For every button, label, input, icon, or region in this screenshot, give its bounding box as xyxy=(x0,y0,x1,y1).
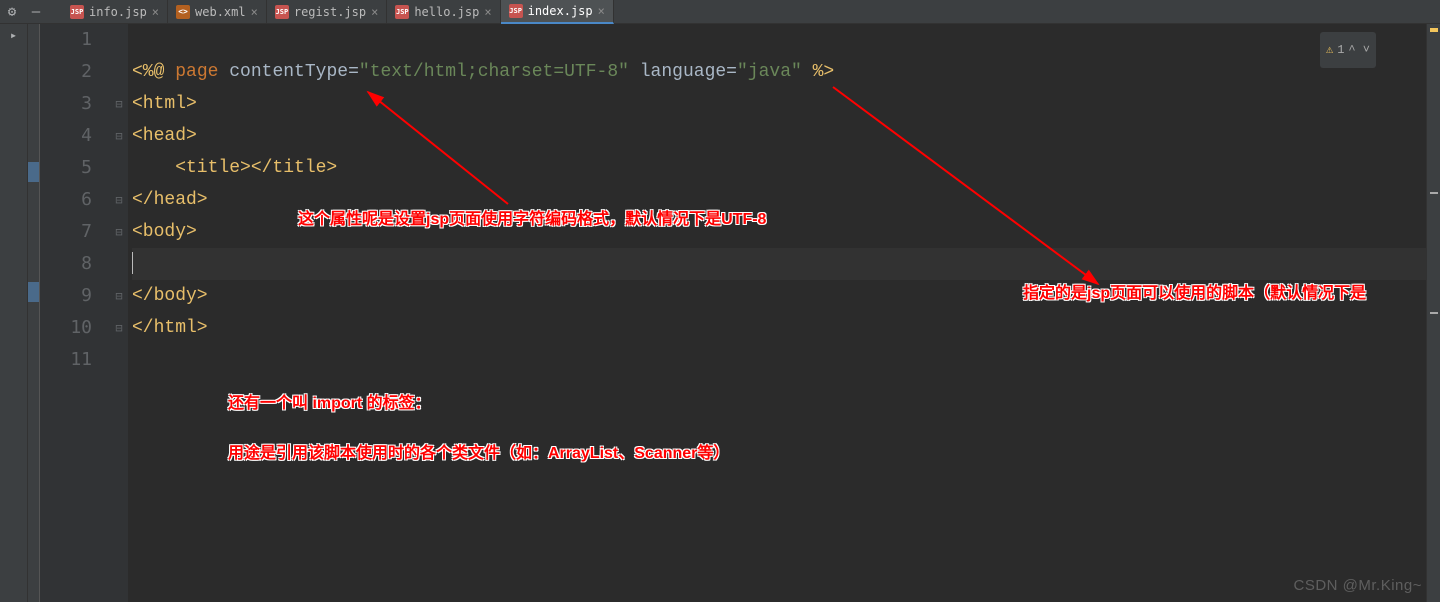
tab-hello-jsp[interactable]: JSP hello.jsp × xyxy=(387,0,500,24)
fold-marker[interactable] xyxy=(110,152,128,184)
jsp-icon: JSP xyxy=(275,5,289,19)
line-number: 10 xyxy=(40,312,92,344)
line-number: 9 xyxy=(40,280,92,312)
dash-icon[interactable]: — xyxy=(24,4,48,20)
change-marker xyxy=(28,282,39,302)
line-number: 5 xyxy=(40,152,92,184)
scroll-marker[interactable] xyxy=(1430,192,1438,194)
jsp-icon: JSP xyxy=(395,5,409,19)
warning-count: 1 xyxy=(1337,34,1344,66)
code-line xyxy=(132,24,1426,56)
tab-label: web.xml xyxy=(195,5,246,19)
gear-icon[interactable]: ⚙ xyxy=(0,4,24,20)
tab-web-xml[interactable]: <> web.xml × xyxy=(168,0,267,24)
fold-marker[interactable]: ⊟ xyxy=(110,120,128,152)
line-number-gutter: 1 2 3 4 5 6 7 8 9 10 11 xyxy=(40,24,110,602)
jsp-icon: JSP xyxy=(509,4,523,18)
annotation-text: 用途是引用该脚本使用时的各个类文件（如：ArrayList、Scanner等） xyxy=(228,438,729,470)
code-line: </head> xyxy=(132,184,1426,216)
line-number: 1 xyxy=(40,24,92,56)
line-number: 8 xyxy=(40,248,92,280)
fold-marker[interactable]: ⊟ xyxy=(110,184,128,216)
tab-label: index.jsp xyxy=(528,4,593,18)
warning-marker[interactable] xyxy=(1430,28,1438,32)
tab-regist-jsp[interactable]: JSP regist.jsp × xyxy=(267,0,387,24)
fold-marker[interactable] xyxy=(110,56,128,88)
top-toolbar: ⚙ — JSP info.jsp × <> web.xml × JSP regi… xyxy=(0,0,1440,24)
left-tool-gutter: ▸ xyxy=(0,24,28,602)
code-line: <body> xyxy=(132,216,1426,248)
fold-column: ⊟ ⊟ ⊟ ⊟ ⊟ ⊟ xyxy=(110,24,128,602)
fold-marker[interactable] xyxy=(110,24,128,56)
expand-icon[interactable]: ▸ xyxy=(10,28,17,42)
fold-marker[interactable] xyxy=(110,248,128,280)
fold-marker[interactable]: ⊟ xyxy=(110,280,128,312)
line-number: 2 xyxy=(40,56,92,88)
text-caret xyxy=(132,252,133,274)
editor-tabs: JSP info.jsp × <> web.xml × JSP regist.j… xyxy=(62,0,614,24)
fold-marker[interactable]: ⊟ xyxy=(110,88,128,120)
code-line: </html> xyxy=(132,312,1426,344)
tab-label: info.jsp xyxy=(89,5,147,19)
tab-index-jsp[interactable]: JSP index.jsp × xyxy=(501,0,614,24)
scroll-marker[interactable] xyxy=(1430,312,1438,314)
code-line: <head> xyxy=(132,120,1426,152)
xml-icon: <> xyxy=(176,5,190,19)
close-icon[interactable]: × xyxy=(152,5,159,19)
annotation-text: 还有一个叫 import 的标签： xyxy=(228,388,431,420)
code-line: </body> xyxy=(132,280,1426,312)
line-number: 4 xyxy=(40,120,92,152)
inspection-badge[interactable]: ⚠ 1 ^ ˅ xyxy=(1320,32,1376,68)
tab-label: regist.jsp xyxy=(294,5,366,19)
tab-info-jsp[interactable]: JSP info.jsp × xyxy=(62,0,168,24)
nav-arrows[interactable]: ^ ˅ xyxy=(1348,34,1370,66)
close-icon[interactable]: × xyxy=(251,5,258,19)
code-editor[interactable]: <%@ page contentType="text/html;charset=… xyxy=(128,24,1426,602)
line-number: 3 xyxy=(40,88,92,120)
change-marker xyxy=(28,162,39,182)
code-line: <%@ page contentType="text/html;charset=… xyxy=(132,56,1426,88)
tab-label: hello.jsp xyxy=(414,5,479,19)
fold-marker[interactable] xyxy=(110,344,128,376)
close-icon[interactable]: × xyxy=(371,5,378,19)
code-line-current xyxy=(132,248,1426,280)
fold-marker[interactable]: ⊟ xyxy=(110,312,128,344)
close-icon[interactable]: × xyxy=(598,4,605,18)
line-number: 11 xyxy=(40,344,92,376)
watermark-text: CSDN @Mr.King~ xyxy=(1293,577,1422,594)
line-number: 7 xyxy=(40,216,92,248)
code-line xyxy=(132,344,1426,376)
line-number: 6 xyxy=(40,184,92,216)
main-area: ▸ 1 2 3 4 5 6 7 8 9 10 11 ⊟ ⊟ ⊟ ⊟ ⊟ ⊟ <%… xyxy=(0,24,1440,602)
close-icon[interactable]: × xyxy=(484,5,491,19)
warning-icon: ⚠ xyxy=(1326,34,1333,66)
jsp-icon: JSP xyxy=(70,5,84,19)
right-marker-strip xyxy=(1426,24,1440,602)
fold-marker[interactable]: ⊟ xyxy=(110,216,128,248)
left-marker-strip xyxy=(28,24,40,602)
code-line: <title></title> xyxy=(132,152,1426,184)
code-line: <html> xyxy=(132,88,1426,120)
